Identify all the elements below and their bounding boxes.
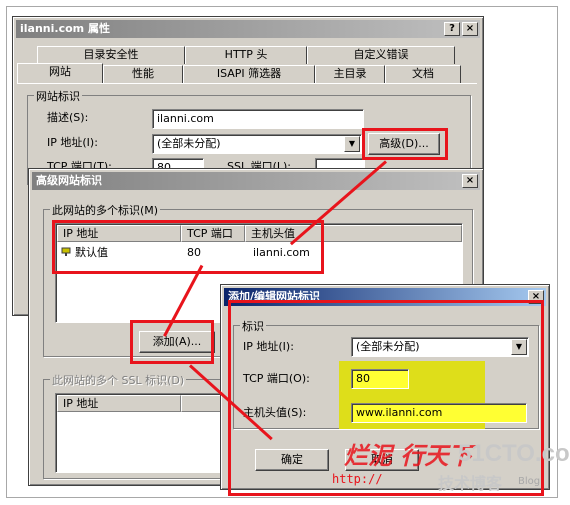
description-label: 描述(S): [47,111,89,124]
ssl-identities-label: 此网站的多个 SSL 标识(D) [50,372,187,388]
properties-title: ilanni.com 属性 [20,22,110,35]
ssl-column-header-ip[interactable]: IP 地址 [57,395,181,412]
advanced-titlebar: 高级网站标识 × [32,172,480,190]
tab-http-headers[interactable]: HTTP 头 [185,46,307,64]
annotation-box-identities [52,220,324,274]
properties-titlebar: ilanni.com 属性 ? × [16,20,480,38]
tab-directory-security[interactable]: 目录安全性 [37,46,185,64]
watermark-blog: Blog [518,476,541,487]
annotation-box-advanced [362,128,448,160]
close-button[interactable]: × [462,22,478,36]
website-identification-label: 网站标识 [34,88,82,104]
ip-address-label: IP 地址(I): [47,136,98,149]
watermark-cn-text: 技术博客 [438,474,503,493]
watermark-url-prefix: http:// [332,472,383,486]
tab-performance[interactable]: 性能 [103,65,183,83]
multiple-identities-label: 此网站的多个标识(M) [50,202,161,218]
tab-page-line [17,83,477,84]
description-input[interactable]: ilanni.com [152,109,364,129]
advanced-close-button[interactable]: × [462,174,478,188]
ip-address-value: (全部未分配) [157,137,221,150]
advanced-title: 高级网站标识 [36,174,102,187]
annotation-box-add [130,320,214,364]
tab-website[interactable]: 网站 [17,63,103,83]
chevron-down-icon[interactable]: ▼ [344,136,360,152]
tab-documents[interactable]: 文档 [385,65,461,83]
watermark-handwriting: 烂泥 行天下 [344,441,473,470]
ip-address-select[interactable]: (全部未分配) ▼ [152,134,362,154]
watermark-brand: 51CTO.com [458,440,570,467]
tab-isapi-filters[interactable]: ISAPI 筛选器 [183,65,315,83]
tab-custom-errors[interactable]: 自定义错误 [307,46,455,64]
help-button[interactable]: ? [444,22,460,36]
tab-home-directory[interactable]: 主目录 [315,65,385,83]
